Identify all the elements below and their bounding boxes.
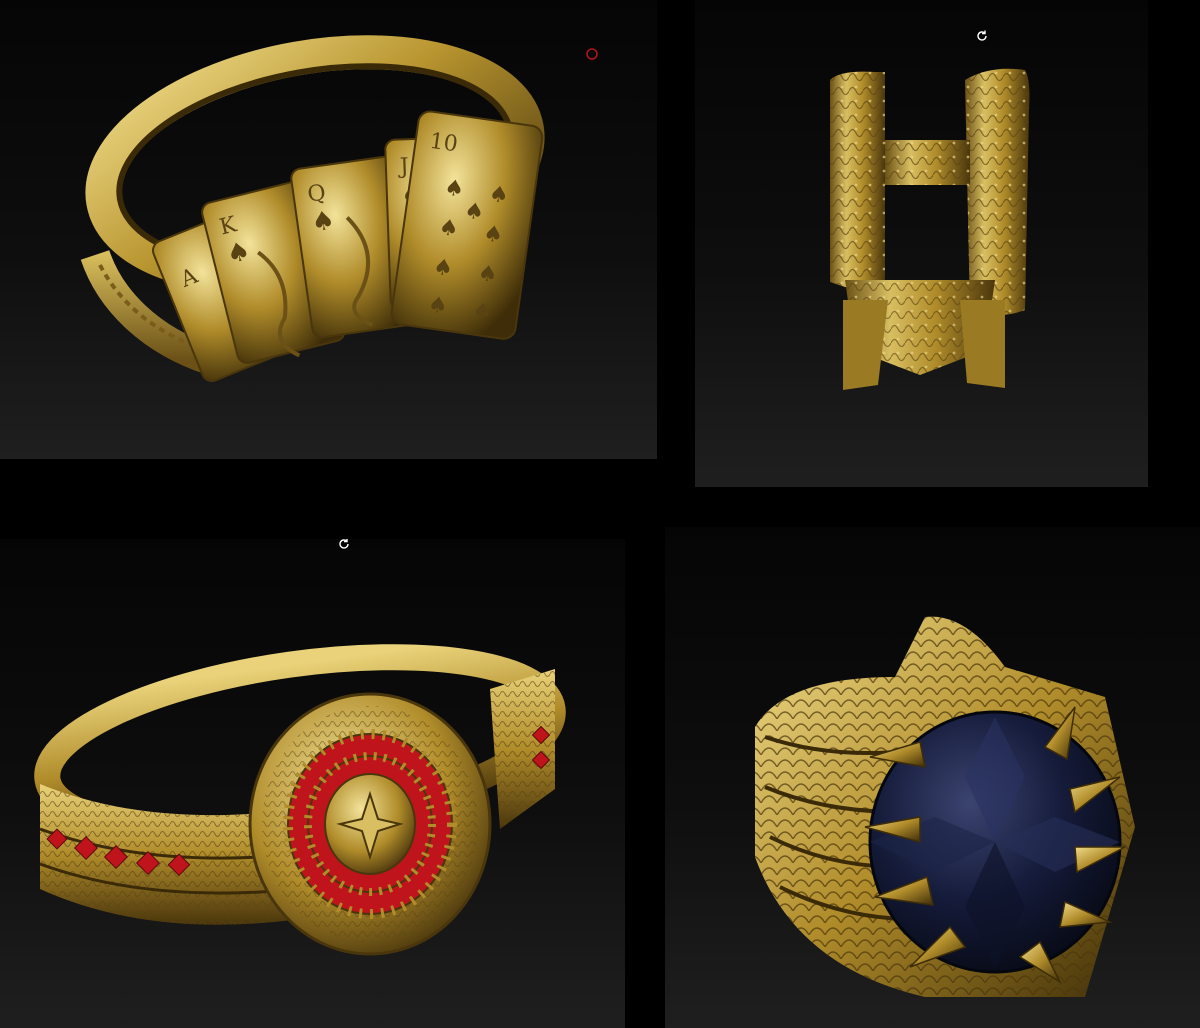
card-fan: A ♠ K ♠ Q ♠ J ♠ bbox=[152, 110, 544, 383]
pip: ♠ bbox=[432, 254, 455, 282]
render-gallery: A ♠ K ♠ Q ♠ J ♠ bbox=[0, 0, 1200, 1028]
pip: ♠ bbox=[487, 182, 510, 210]
roulette-ring-render bbox=[34, 644, 566, 956]
rotate-icon[interactable] bbox=[337, 539, 351, 551]
viewport-ornate-pendant[interactable] bbox=[695, 0, 1148, 487]
roulette-wheel bbox=[248, 692, 492, 956]
pip: ♠ bbox=[482, 221, 505, 249]
pip: ♠ bbox=[463, 198, 486, 226]
card-ring-render: A ♠ K ♠ Q ♠ J ♠ bbox=[80, 35, 545, 383]
viewport-playing-card-ring[interactable]: A ♠ K ♠ Q ♠ J ♠ bbox=[0, 0, 657, 459]
claw-ring-render bbox=[755, 616, 1135, 997]
card-suit: ♠ bbox=[310, 205, 337, 238]
pip: ♠ bbox=[426, 292, 449, 320]
rotate-icon[interactable] bbox=[975, 29, 989, 43]
card-rank: 10 bbox=[428, 129, 459, 158]
pendant-body bbox=[830, 68, 1030, 390]
pip: ♠ bbox=[443, 175, 466, 203]
viewport-roulette-ring[interactable] bbox=[0, 539, 625, 1028]
card-rank: Q bbox=[306, 180, 327, 207]
viewport-claw-ring[interactable] bbox=[665, 527, 1200, 1028]
h-pendant-render bbox=[830, 68, 1030, 390]
selection-ring-icon[interactable] bbox=[585, 47, 599, 61]
pip: ♠ bbox=[437, 215, 460, 243]
pip: ♠ bbox=[476, 261, 499, 289]
pip: ♠ bbox=[471, 298, 494, 326]
